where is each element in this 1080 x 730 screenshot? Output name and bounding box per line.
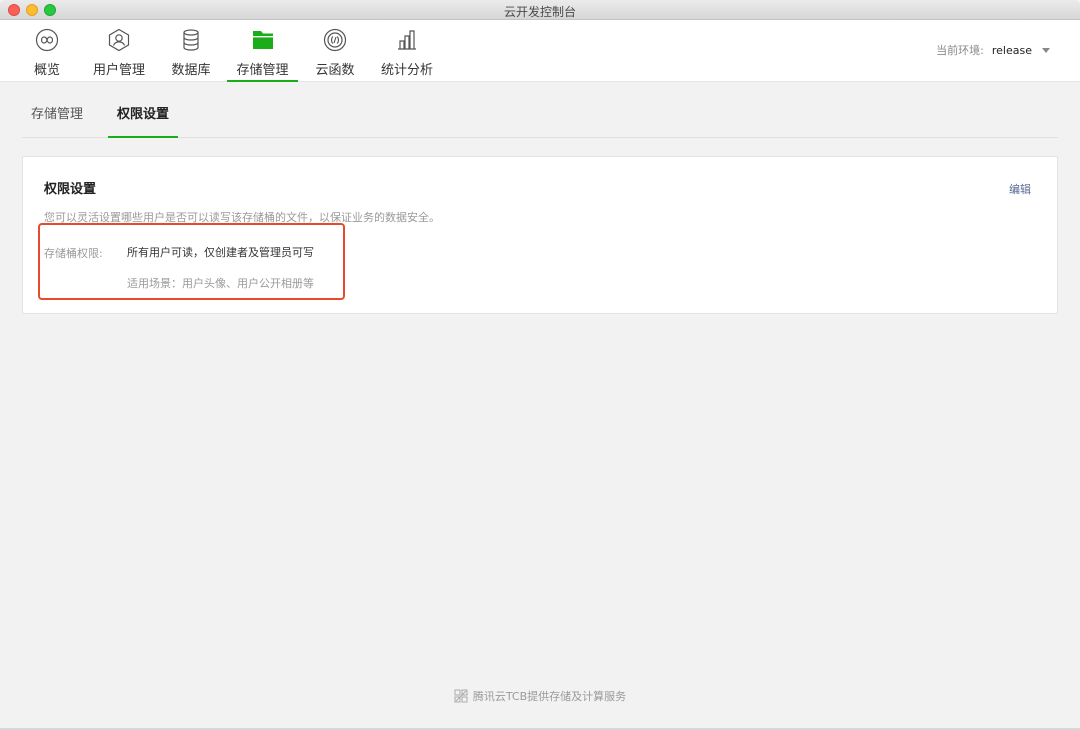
- nav-item-label: 云函数: [315, 63, 355, 78]
- sub-tabs: 存储管理 权限设置: [22, 82, 1058, 138]
- window-titlebar: 云开发控制台: [0, 0, 1080, 20]
- tencent-cloud-logo-icon: [454, 689, 468, 703]
- environment-selector[interactable]: 当前环境: release: [936, 42, 1050, 58]
- nav-item-label: 数据库: [171, 63, 211, 78]
- env-value: release: [991, 43, 1032, 57]
- nav-item-label: 用户管理: [92, 63, 145, 78]
- nav-item-label: 存储管理: [236, 63, 289, 78]
- chevron-down-icon: [1042, 47, 1050, 53]
- top-nav: 概览 用户管理 数据库 存储管理 云函数 统计分析 当前环境: release: [0, 20, 1080, 82]
- overview-icon: [35, 28, 59, 52]
- nav-item-label: 概览: [33, 63, 60, 78]
- window-title: 云开发控制台: [503, 5, 576, 19]
- nav-item-users[interactable]: 用户管理: [92, 20, 146, 82]
- env-label: 当前环境:: [936, 44, 984, 57]
- edit-link[interactable]: 编辑: [1009, 181, 1031, 197]
- stats-icon: [395, 28, 419, 52]
- nav-item-cloud-function[interactable]: 云函数: [314, 20, 356, 82]
- card-title: 权限设置: [44, 182, 97, 197]
- footer: 腾讯云TCB提供存储及计算服务: [0, 688, 1080, 704]
- folder-icon: [251, 28, 275, 52]
- function-icon: [323, 28, 347, 52]
- tab-permission-settings[interactable]: 权限设置: [107, 103, 179, 138]
- nav-item-label: 统计分析: [380, 63, 433, 78]
- highlight-annotation-box: [38, 223, 345, 300]
- footer-text: 腾讯云TCB提供存储及计算服务: [472, 690, 627, 703]
- tab-storage-management[interactable]: 存储管理: [31, 103, 83, 138]
- nav-item-stats[interactable]: 统计分析: [380, 20, 434, 82]
- nav-item-storage[interactable]: 存储管理: [227, 20, 298, 82]
- nav-item-database[interactable]: 数据库: [171, 20, 211, 82]
- nav-item-overview[interactable]: 概览: [30, 20, 64, 82]
- database-icon: [179, 28, 203, 52]
- user-icon: [107, 28, 131, 52]
